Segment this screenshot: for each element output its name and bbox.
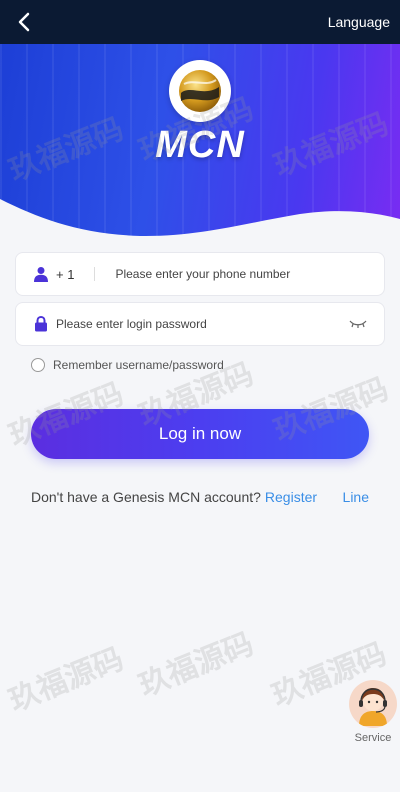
watermark: 玖福源码 [134, 626, 259, 704]
service-button[interactable]: Service [347, 680, 399, 744]
password-field [15, 302, 385, 346]
customer-service-icon [349, 680, 397, 728]
language-button[interactable]: Language [328, 14, 390, 30]
logo-text: MCN [155, 124, 245, 166]
country-code-selector[interactable]: + 1 [56, 267, 74, 282]
phone-field: + 1 [15, 252, 385, 296]
remember-label: Remember username/password [53, 358, 224, 372]
watermark: 玖福源码 [4, 641, 129, 719]
service-label: Service [354, 732, 392, 744]
phone-input[interactable] [115, 267, 368, 281]
lock-icon [32, 315, 50, 333]
remember-radio[interactable] [31, 358, 45, 372]
login-button[interactable]: Log in now [31, 409, 369, 459]
brand-logo: MCN [150, 60, 250, 167]
field-divider [94, 267, 96, 281]
top-bar: Language [0, 0, 400, 44]
logo-emblem-icon [169, 60, 231, 122]
signup-prompt: Don't have a Genesis MCN account? [31, 489, 261, 505]
chevron-left-icon [18, 12, 30, 32]
country-code-value: + 1 [56, 266, 75, 282]
line-link[interactable]: Line [343, 489, 369, 505]
password-input[interactable] [56, 317, 348, 331]
signup-row: Don't have a Genesis MCN account? Regist… [31, 489, 369, 505]
remember-checkbox[interactable]: Remember username/password [31, 358, 224, 372]
back-button[interactable] [12, 10, 36, 34]
register-link[interactable]: Register [265, 489, 317, 505]
user-icon [32, 265, 50, 283]
eye-closed-icon[interactable] [348, 317, 368, 331]
